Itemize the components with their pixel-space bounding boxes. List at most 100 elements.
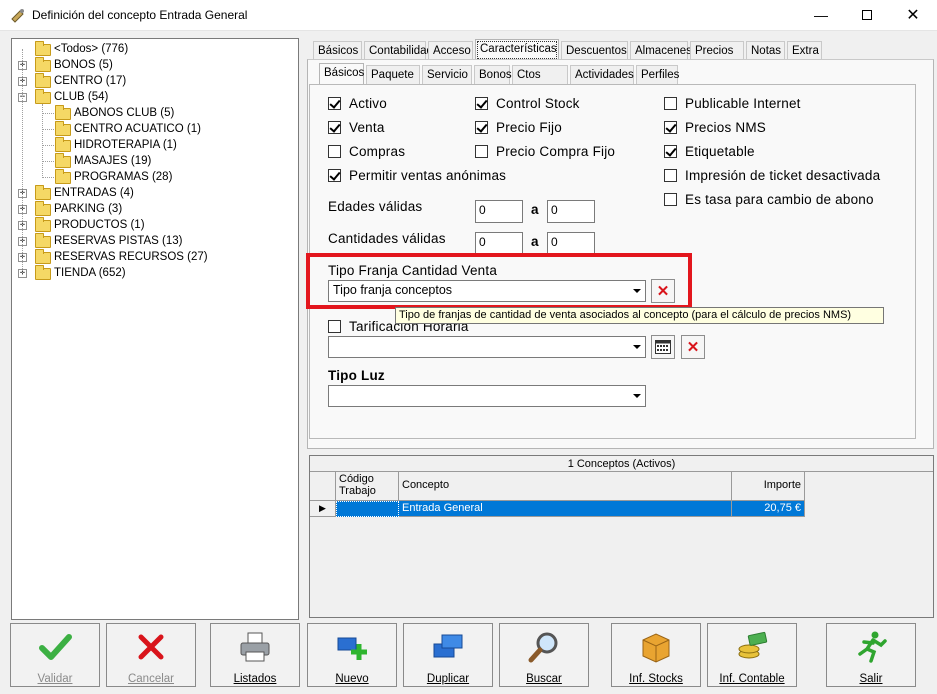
cell-importe[interactable]: 20,75 € [732, 501, 805, 517]
tree-item[interactable]: HIDROTERAPIA (1) [12, 137, 292, 153]
tree-item[interactable]: + BONOS (5) [12, 57, 292, 73]
chevron-down-icon[interactable] [629, 386, 645, 406]
tasa-abono-check-box[interactable] [664, 193, 677, 206]
tree-item[interactable]: + TIENDA (652) [12, 265, 292, 281]
tree-item[interactable]: + PARKING (3) [12, 201, 292, 217]
cancelar-button[interactable]: Cancelar [106, 623, 196, 687]
precio-compra-fijo-check-box[interactable] [475, 145, 488, 158]
subtab-bonos[interactable]: Bonos [474, 65, 512, 85]
edades-from-input[interactable]: 0 [475, 200, 523, 223]
tab-acceso[interactable]: Acceso [428, 41, 473, 61]
venta-checkbox[interactable]: Venta [328, 120, 385, 135]
edades-label: Edades válidas [328, 199, 423, 214]
inf-contable-button[interactable]: Inf. Contable [707, 623, 797, 687]
tab-descuentos[interactable]: Descuentos [561, 41, 628, 61]
subtab-ctos-bono[interactable]: Ctos bono [512, 65, 568, 99]
buscar-button[interactable]: Buscar [499, 623, 589, 687]
chevron-down-icon[interactable] [629, 337, 645, 357]
tab-basicos[interactable]: Básicos [313, 41, 362, 61]
clear-tarificacion-button[interactable]: ✕ [681, 335, 705, 359]
tree-item[interactable]: + PRODUCTOS (1) [12, 217, 292, 233]
activo-checkbox[interactable]: Activo [328, 96, 387, 111]
category-tree[interactable]: <Todos> (776) + BONOS (5) + CENTRO (17) − CLUB… [11, 38, 299, 620]
edades-to-input[interactable]: 0 [547, 200, 595, 223]
etiquetable-checkbox[interactable]: Etiquetable [664, 144, 755, 159]
tree-item[interactable]: ABONOS CLUB (5) [12, 105, 292, 121]
nuevo-button[interactable]: Nuevo [307, 623, 397, 687]
tarificacion-select[interactable] [328, 336, 646, 358]
row-indicator[interactable]: ▶ [310, 501, 336, 517]
tab-notas[interactable]: Notas [746, 41, 785, 61]
folder-icon [35, 249, 51, 264]
maximize-button[interactable] [844, 0, 890, 30]
subtab-basicos[interactable]: Básicos [319, 63, 364, 85]
tab-caracteristicas[interactable]: Características [475, 39, 559, 61]
ventas-anonimas-check-box[interactable] [328, 169, 341, 182]
minimize-button[interactable]: — [798, 0, 844, 30]
folder-icon [35, 41, 51, 56]
folder-icon [55, 169, 71, 184]
tree-connector [42, 129, 54, 130]
compras-checkbox[interactable]: Compras [328, 144, 405, 159]
tree-item[interactable]: <Todos> (776) [12, 41, 292, 57]
precio-fijo-checkbox[interactable]: Precio Fijo [475, 120, 562, 135]
tree-item[interactable]: + ENTRADAS (4) [12, 185, 292, 201]
tab-extra[interactable]: Extra [787, 41, 822, 61]
activo-check-box[interactable] [328, 97, 341, 110]
ticket-desactivada-check-box[interactable] [664, 169, 677, 182]
close-button[interactable]: ✕ [890, 0, 936, 30]
tree-item[interactable]: MASAJES (19) [12, 153, 292, 169]
subtab-perfiles[interactable]: Perfiles [636, 65, 679, 85]
validar-button[interactable]: Validar [10, 623, 100, 687]
tree-item-label: TIENDA (652) [54, 267, 126, 279]
compras-check-box[interactable] [328, 145, 341, 158]
subtab-actividades[interactable]: Actividades [570, 65, 634, 85]
control-stock-checkbox[interactable]: Control Stock [475, 96, 580, 111]
tree-item-label: PARKING (3) [54, 203, 123, 215]
tree-connector [42, 104, 43, 176]
tab-precios[interactable]: Precios [690, 41, 744, 61]
tipo-luz-select[interactable] [328, 385, 646, 407]
tarificacion-check-box[interactable] [328, 320, 341, 333]
tree-item[interactable]: PROGRAMAS (28) [12, 169, 292, 185]
tipo-franja-select[interactable]: Tipo franja conceptos [328, 280, 646, 302]
tab-contabilidad[interactable]: Contabilidad [364, 41, 433, 61]
control-stock-check-box[interactable] [475, 97, 488, 110]
cantidades-to-input[interactable]: 0 [547, 232, 595, 255]
cantidades-from-input[interactable]: 0 [475, 232, 523, 255]
clear-tipo-franja-button[interactable]: ✕ [651, 279, 675, 303]
inf-stocks-button[interactable]: Inf. Stocks [611, 623, 701, 687]
venta-check-box[interactable] [328, 121, 341, 134]
ticket-desactivada-checkbox[interactable]: Impresión de ticket desactivada [664, 168, 880, 183]
chevron-down-icon[interactable] [629, 281, 645, 301]
publicable-check-box[interactable] [664, 97, 677, 110]
precios-nms-check-box[interactable] [664, 121, 677, 134]
precio-compra-fijo-checkbox[interactable]: Precio Compra Fijo [475, 144, 615, 159]
tasa-abono-checkbox[interactable]: Es tasa para cambio de abono [664, 192, 874, 207]
cell-concepto[interactable]: Entrada General [399, 501, 732, 517]
tree-item[interactable]: + CENTRO (17) [12, 73, 292, 89]
tree-item-label: RESERVAS RECURSOS (27) [54, 251, 208, 263]
subtab-paquete[interactable]: Paquete [366, 65, 420, 85]
ventas-anonimas-checkbox[interactable]: Permitir ventas anónimas [328, 168, 506, 183]
concepts-grid[interactable]: 1 Conceptos (Activos) Código Trabajo Con… [309, 455, 934, 618]
calendar-button[interactable] [651, 335, 675, 359]
duplicar-button[interactable]: Duplicar [403, 623, 493, 687]
subtab-servicio[interactable]: Servicio [422, 65, 472, 85]
tree-item[interactable]: CENTRO ACUATICO (1) [12, 121, 292, 137]
header-importe[interactable]: Importe [732, 472, 805, 501]
precios-nms-checkbox[interactable]: Precios NMS [664, 120, 766, 135]
tree-item[interactable]: − CLUB (54) [12, 89, 292, 105]
salir-button[interactable]: Salir [826, 623, 916, 687]
etiquetable-check-box[interactable] [664, 145, 677, 158]
tree-item[interactable]: + RESERVAS RECURSOS (27) [12, 249, 292, 265]
listados-button[interactable]: Listados [210, 623, 300, 687]
publicable-internet-checkbox[interactable]: Publicable Internet [664, 96, 801, 111]
cell-codigo[interactable] [336, 501, 399, 517]
header-concepto[interactable]: Concepto [399, 472, 732, 501]
header-codigo[interactable]: Código Trabajo [336, 472, 399, 501]
tree-item[interactable]: + RESERVAS PISTAS (13) [12, 233, 292, 249]
precio-fijo-check-box[interactable] [475, 121, 488, 134]
tab-almacenes[interactable]: Almacenes [630, 41, 692, 61]
folder-icon [35, 57, 51, 72]
